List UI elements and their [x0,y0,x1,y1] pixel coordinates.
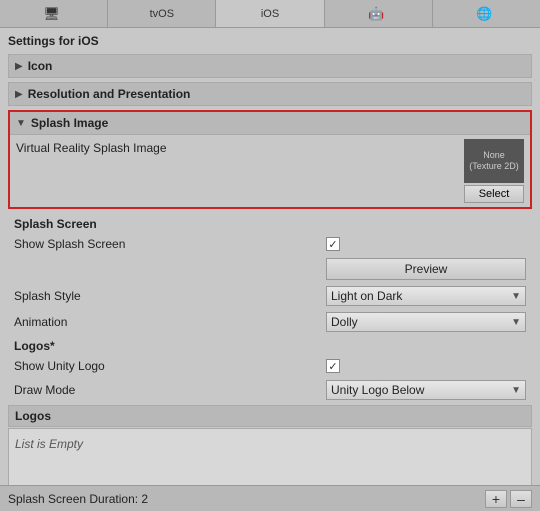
show-splash-checkbox[interactable] [326,237,340,251]
texture-preview: None(Texture 2D) [464,139,524,183]
splash-style-dropdown[interactable]: Light on Dark ▼ [326,286,526,306]
animation-row: Animation Dolly ▼ [8,309,532,335]
splash-style-value: Light on Dark [331,289,402,303]
android-icon: 🤖 [368,6,384,22]
splash-style-row: Splash Style Light on Dark ▼ [8,283,532,309]
vr-splash-label: Virtual Reality Splash Image [16,139,464,203]
show-unity-label: Show Unity Logo [14,359,326,373]
show-unity-control [326,359,526,373]
tab-monitor[interactable]: 🖥 [0,0,108,27]
splash-duration-label: Splash Screen Duration: 2 [8,492,482,506]
page-title: Settings for iOS [8,34,532,48]
remove-button[interactable]: – [510,490,532,508]
draw-mode-label: Draw Mode [14,383,326,397]
resolution-section-arrow: ▶ [15,89,23,100]
monitor-icon: 🖥 [43,6,60,22]
icon-section-arrow: ▶ [15,61,23,72]
preview-row: Preview [8,255,532,283]
bottom-bar: Splash Screen Duration: 2 + – [0,485,540,511]
splash-image-content: Virtual Reality Splash Image None(Textur… [10,135,530,207]
tab-ios[interactable]: iOS [216,0,324,27]
section-resolution[interactable]: ▶ Resolution and Presentation [8,82,532,106]
show-unity-row: Show Unity Logo [8,355,532,377]
animation-value: Dolly [331,315,358,329]
logos-section: Logos List is Empty [8,405,532,488]
select-texture-button[interactable]: Select [464,185,524,203]
animation-label: Animation [14,315,326,329]
splash-style-arrow: ▼ [511,291,521,302]
preview-control: Preview [326,258,526,280]
splash-image-header[interactable]: ▼ Splash Image [10,112,530,135]
draw-mode-arrow: ▼ [511,385,521,396]
show-splash-row: Show Splash Screen [8,233,532,255]
main-content: Settings for iOS ▶ Icon ▶ Resolution and… [0,28,540,511]
splash-image-arrow: ▼ [16,118,26,129]
tab-android[interactable]: 🤖 [325,0,433,27]
icon-section-title: Icon [28,59,53,73]
splash-image-control: None(Texture 2D) Select [464,139,524,203]
section-icon[interactable]: ▶ Icon [8,54,532,78]
tab-tvos-label: tvOS [150,8,174,20]
section-splash-image: ▼ Splash Image Virtual Reality Splash Im… [8,110,532,209]
animation-dropdown[interactable]: Dolly ▼ [326,312,526,332]
show-unity-checkbox[interactable] [326,359,340,373]
logos-list: List is Empty [8,428,532,488]
animation-arrow: ▼ [511,317,521,328]
logos-title: Logos* [8,335,532,355]
animation-control: Dolly ▼ [326,312,526,332]
add-button[interactable]: + [485,490,507,508]
tab-web[interactable]: 🌐 [433,0,540,27]
tab-ios-label: iOS [261,8,279,20]
splash-style-label: Splash Style [14,289,326,303]
splash-screen-title: Splash Screen [8,213,532,233]
draw-mode-dropdown[interactable]: Unity Logo Below ▼ [326,380,526,400]
tab-tvos[interactable]: tvOS [108,0,216,27]
draw-mode-row: Draw Mode Unity Logo Below ▼ [8,377,532,403]
preview-button[interactable]: Preview [326,258,526,280]
show-splash-label: Show Splash Screen [14,237,326,251]
resolution-section-title: Resolution and Presentation [28,87,191,101]
draw-mode-control: Unity Logo Below ▼ [326,380,526,400]
splash-style-control: Light on Dark ▼ [326,286,526,306]
show-splash-control [326,237,526,251]
texture-text: None(Texture 2D) [469,150,519,172]
tab-bar: 🖥 tvOS iOS 🤖 🌐 [0,0,540,28]
logos-section-label: Logos [8,405,532,427]
web-icon: 🌐 [476,6,492,22]
draw-mode-value: Unity Logo Below [331,383,424,397]
splash-image-title: Splash Image [31,116,108,130]
list-empty-label: List is Empty [15,437,83,451]
